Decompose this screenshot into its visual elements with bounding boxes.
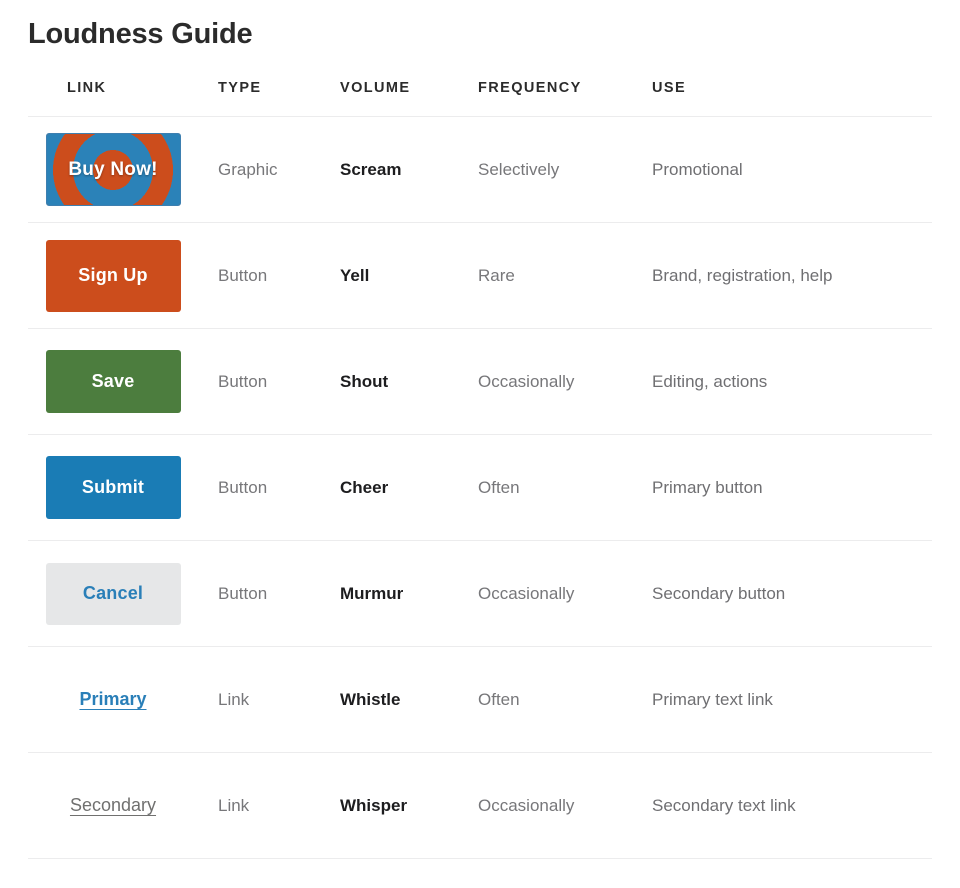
loudness-guide-table: LINK TYPE VOLUME FREQUENCY USE Buy Now! <box>28 80 932 858</box>
cell-use: Promotional <box>652 159 743 179</box>
column-header-type: TYPE <box>218 80 262 96</box>
cell-type: Button <box>218 583 268 603</box>
loudness-guide-page: Loudness Guide LINK TYPE VOLUME FREQUENC… <box>0 14 960 888</box>
cell-type: Button <box>218 477 268 497</box>
button-label: Sign Up <box>78 265 148 285</box>
link-holder: Buy Now! <box>31 117 195 222</box>
link-holder: Save <box>31 329 195 434</box>
column-header-frequency: FREQUENCY <box>478 80 582 96</box>
save-button[interactable]: Save <box>45 350 181 413</box>
table-header: LINK TYPE VOLUME FREQUENCY USE <box>28 80 932 117</box>
cell-link: Secondary <box>28 753 218 859</box>
cell-volume: Cheer <box>340 477 389 497</box>
table-row: Sign Up Button Yell Rare Brand, registra… <box>28 222 932 329</box>
secondary-text-link[interactable]: Secondary <box>70 795 156 816</box>
link-holder: Cancel <box>31 541 195 646</box>
page-title: Loudness Guide <box>28 18 253 50</box>
column-header-link: LINK <box>67 80 107 96</box>
cell-link: Sign Up <box>28 223 218 329</box>
cell-type: Graphic <box>218 159 278 179</box>
cell-frequency: Occasionally <box>478 583 575 603</box>
button-label: Cancel <box>82 583 144 603</box>
cell-use: Brand, registration, help <box>652 265 833 285</box>
link-holder: Sign Up <box>31 223 195 328</box>
table-row: Primary Link Whistle Often Primary text … <box>28 646 932 753</box>
cell-frequency: Selectively <box>478 159 560 179</box>
cell-type: Button <box>218 265 268 285</box>
cell-frequency: Occasionally <box>478 371 575 391</box>
link-holder: Primary <box>31 647 195 752</box>
cell-type: Link <box>218 689 250 709</box>
cell-volume: Murmur <box>340 583 404 603</box>
cell-use: Primary text link <box>652 689 773 709</box>
link-holder: Submit <box>31 435 195 540</box>
cell-frequency: Occasionally <box>478 795 575 815</box>
cell-link: Save <box>28 329 218 435</box>
table-row: Secondary Link Whisper Occasionally Seco… <box>28 752 932 859</box>
table-row: Submit Button Cheer Often Primary button <box>28 434 932 541</box>
cell-type: Link <box>218 795 250 815</box>
table-row: Save Button Shout Occasionally Editing, … <box>28 328 932 435</box>
column-header-use: USE <box>652 80 687 96</box>
cell-use: Primary button <box>652 477 763 497</box>
cell-volume: Yell <box>340 265 370 285</box>
cell-frequency: Rare <box>478 265 515 285</box>
column-header-volume: VOLUME <box>340 80 411 96</box>
cell-volume: Whistle <box>340 689 401 709</box>
primary-text-link[interactable]: Primary <box>79 689 146 710</box>
cell-frequency: Often <box>478 477 520 497</box>
buy-now-graphic-button[interactable]: Buy Now! <box>45 133 181 206</box>
cell-link: Submit <box>28 435 218 541</box>
table-bottom-rule <box>28 858 932 859</box>
button-label: Save <box>91 371 135 391</box>
cell-volume: Whisper <box>340 795 408 815</box>
table-row: Cancel Button Murmur Occasionally Second… <box>28 540 932 647</box>
button-label: Buy Now! <box>68 158 158 180</box>
cancel-button[interactable]: Cancel <box>45 562 181 625</box>
submit-button[interactable]: Submit <box>45 456 181 519</box>
cell-use: Secondary text link <box>652 795 796 815</box>
cell-use: Secondary button <box>652 583 786 603</box>
table-row: Buy Now! Graphic Scream Selectively Prom… <box>28 116 932 223</box>
cell-type: Button <box>218 371 268 391</box>
cell-volume: Shout <box>340 371 389 391</box>
table-body: Buy Now! Graphic Scream Selectively Prom… <box>28 116 932 859</box>
table-header-row: LINK TYPE VOLUME FREQUENCY USE <box>28 80 932 117</box>
cell-use: Editing, actions <box>652 371 768 391</box>
cell-link: Buy Now! <box>28 117 218 223</box>
sign-up-button[interactable]: Sign Up <box>45 239 181 312</box>
cell-frequency: Often <box>478 689 520 709</box>
cell-link: Primary <box>28 647 218 753</box>
button-label: Submit <box>81 477 145 497</box>
link-holder: Secondary <box>31 753 195 858</box>
cell-volume: Scream <box>340 159 402 179</box>
cell-link: Cancel <box>28 541 218 647</box>
